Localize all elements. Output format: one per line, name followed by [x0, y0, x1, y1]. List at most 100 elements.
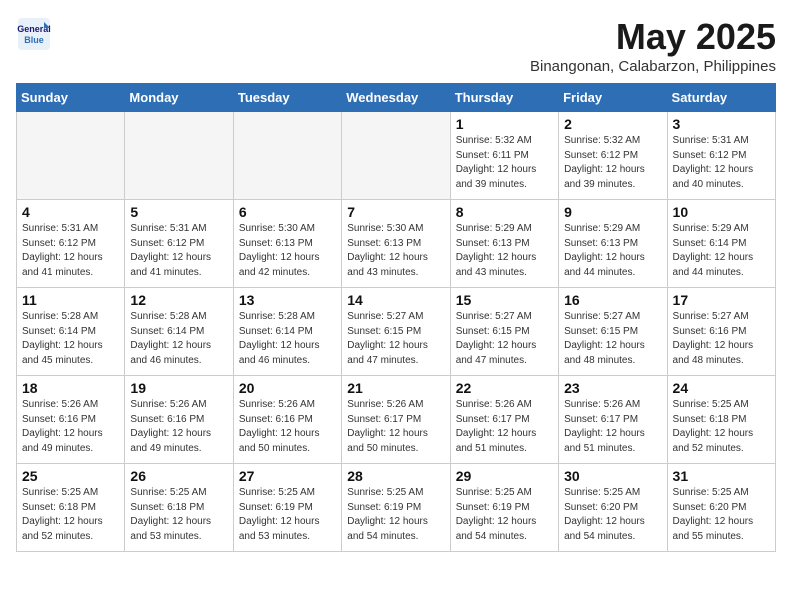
calendar-cell: 15 Sunrise: 5:27 AM Sunset: 6:15 PM Dayli… — [450, 288, 558, 376]
day-info: Sunrise: 5:25 AM Sunset: 6:19 PM Dayligh… — [347, 486, 444, 544]
day-number: 2 — [564, 116, 661, 132]
calendar-cell — [233, 112, 341, 200]
day-info: Sunrise: 5:29 AM Sunset: 6:13 PM Dayligh… — [456, 222, 553, 280]
day-number: 9 — [564, 204, 661, 220]
day-info: Sunrise: 5:25 AM Sunset: 6:20 PM Dayligh… — [564, 486, 661, 544]
week-row-3: 11 Sunrise: 5:28 AM Sunset: 6:14 PM Dayli… — [17, 288, 776, 376]
day-info: Sunrise: 5:28 AM Sunset: 6:14 PM Dayligh… — [22, 310, 119, 368]
day-number: 22 — [456, 380, 553, 396]
weekday-header-friday: Friday — [559, 84, 667, 112]
day-info: Sunrise: 5:25 AM Sunset: 6:18 PM Dayligh… — [673, 398, 770, 456]
day-number: 7 — [347, 204, 444, 220]
calendar-cell: 23 Sunrise: 5:26 AM Sunset: 6:17 PM Dayli… — [559, 376, 667, 464]
day-info: Sunrise: 5:26 AM Sunset: 6:17 PM Dayligh… — [564, 398, 661, 456]
calendar-cell: 25 Sunrise: 5:25 AM Sunset: 6:18 PM Dayli… — [17, 464, 125, 552]
calendar-cell: 10Sunrise: 5:29 AM Sunset: 6:14 PM Dayli… — [667, 200, 775, 288]
day-number: 12 — [130, 292, 227, 308]
weekday-header-tuesday: Tuesday — [233, 84, 341, 112]
calendar-cell: 12Sunrise: 5:28 AM Sunset: 6:14 PM Dayli… — [125, 288, 233, 376]
week-row-5: 25 Sunrise: 5:25 AM Sunset: 6:18 PM Dayli… — [17, 464, 776, 552]
calendar-cell: 19 Sunrise: 5:26 AM Sunset: 6:16 PM Dayli… — [125, 376, 233, 464]
day-number: 20 — [239, 380, 336, 396]
calendar-cell: 9 Sunrise: 5:29 AM Sunset: 6:13 PM Daylig… — [559, 200, 667, 288]
month-title: May 2025 — [530, 16, 776, 58]
calendar-cell: 7 Sunrise: 5:30 AM Sunset: 6:13 PM Daylig… — [342, 200, 450, 288]
calendar-cell: 2 Sunrise: 5:32 AM Sunset: 6:12 PM Daylig… — [559, 112, 667, 200]
day-number: 24 — [673, 380, 770, 396]
day-info: Sunrise: 5:26 AM Sunset: 6:17 PM Dayligh… — [347, 398, 444, 456]
calendar-cell: 3 Sunrise: 5:31 AM Sunset: 6:12 PM Daylig… — [667, 112, 775, 200]
calendar-cell: 18 Sunrise: 5:26 AM Sunset: 6:16 PM Dayli… — [17, 376, 125, 464]
svg-text:Blue: Blue — [24, 35, 44, 45]
calendar-cell: 13Sunrise: 5:28 AM Sunset: 6:14 PM Dayli… — [233, 288, 341, 376]
day-number: 21 — [347, 380, 444, 396]
day-info: Sunrise: 5:27 AM Sunset: 6:15 PM Dayligh… — [456, 310, 553, 368]
day-number: 10 — [673, 204, 770, 220]
calendar-cell: 22Sunrise: 5:26 AM Sunset: 6:17 PM Dayli… — [450, 376, 558, 464]
calendar-table: SundayMondayTuesdayWednesdayThursdayFrid… — [16, 83, 776, 552]
day-number: 5 — [130, 204, 227, 220]
day-info: Sunrise: 5:31 AM Sunset: 6:12 PM Dayligh… — [22, 222, 119, 280]
week-row-4: 18 Sunrise: 5:26 AM Sunset: 6:16 PM Dayli… — [17, 376, 776, 464]
day-info: Sunrise: 5:25 AM Sunset: 6:18 PM Dayligh… — [22, 486, 119, 544]
weekday-header-saturday: Saturday — [667, 84, 775, 112]
day-info: Sunrise: 5:29 AM Sunset: 6:13 PM Dayligh… — [564, 222, 661, 280]
day-info: Sunrise: 5:27 AM Sunset: 6:15 PM Dayligh… — [347, 310, 444, 368]
day-info: Sunrise: 5:27 AM Sunset: 6:15 PM Dayligh… — [564, 310, 661, 368]
calendar-cell — [342, 112, 450, 200]
day-number: 11 — [22, 292, 119, 308]
day-number: 18 — [22, 380, 119, 396]
day-number: 15 — [456, 292, 553, 308]
weekday-header-monday: Monday — [125, 84, 233, 112]
calendar-cell — [125, 112, 233, 200]
page-header: General Blue May 2025 Binangonan, Calaba… — [16, 16, 776, 75]
day-number: 31 — [673, 468, 770, 484]
calendar-cell: 16 Sunrise: 5:27 AM Sunset: 6:15 PM Dayli… — [559, 288, 667, 376]
day-number: 3 — [673, 116, 770, 132]
logo: General Blue — [16, 16, 52, 57]
calendar-cell: 1 Sunrise: 5:32 AM Sunset: 6:11 PM Daylig… — [450, 112, 558, 200]
day-info: Sunrise: 5:25 AM Sunset: 6:20 PM Dayligh… — [673, 486, 770, 544]
week-row-2: 4 Sunrise: 5:31 AM Sunset: 6:12 PM Daylig… — [17, 200, 776, 288]
day-number: 16 — [564, 292, 661, 308]
calendar-cell: 6Sunrise: 5:30 AM Sunset: 6:13 PM Daylig… — [233, 200, 341, 288]
calendar-cell: 4 Sunrise: 5:31 AM Sunset: 6:12 PM Daylig… — [17, 200, 125, 288]
weekday-header-wednesday: Wednesday — [342, 84, 450, 112]
calendar-cell: 14 Sunrise: 5:27 AM Sunset: 6:15 PM Dayli… — [342, 288, 450, 376]
week-row-1: 1 Sunrise: 5:32 AM Sunset: 6:11 PM Daylig… — [17, 112, 776, 200]
day-number: 25 — [22, 468, 119, 484]
day-info: Sunrise: 5:31 AM Sunset: 6:12 PM Dayligh… — [130, 222, 227, 280]
calendar-cell: 31 Sunrise: 5:25 AM Sunset: 6:20 PM Dayli… — [667, 464, 775, 552]
calendar-cell: 27Sunrise: 5:25 AM Sunset: 6:19 PM Dayli… — [233, 464, 341, 552]
calendar-cell: 11 Sunrise: 5:28 AM Sunset: 6:14 PM Dayli… — [17, 288, 125, 376]
day-number: 17 — [673, 292, 770, 308]
calendar-cell — [17, 112, 125, 200]
day-number: 27 — [239, 468, 336, 484]
calendar-cell: 21 Sunrise: 5:26 AM Sunset: 6:17 PM Dayli… — [342, 376, 450, 464]
day-number: 19 — [130, 380, 227, 396]
day-number: 4 — [22, 204, 119, 220]
weekday-header-row: SundayMondayTuesdayWednesdayThursdayFrid… — [17, 84, 776, 112]
day-info: Sunrise: 5:26 AM Sunset: 6:16 PM Dayligh… — [130, 398, 227, 456]
day-number: 28 — [347, 468, 444, 484]
day-info: Sunrise: 5:31 AM Sunset: 6:12 PM Dayligh… — [673, 134, 770, 192]
location-title: Binangonan, Calabarzon, Philippines — [530, 58, 776, 75]
day-info: Sunrise: 5:26 AM Sunset: 6:16 PM Dayligh… — [22, 398, 119, 456]
calendar-cell: 30 Sunrise: 5:25 AM Sunset: 6:20 PM Dayli… — [559, 464, 667, 552]
calendar-cell: 5 Sunrise: 5:31 AM Sunset: 6:12 PM Daylig… — [125, 200, 233, 288]
day-info: Sunrise: 5:32 AM Sunset: 6:12 PM Dayligh… — [564, 134, 661, 192]
day-number: 1 — [456, 116, 553, 132]
day-number: 23 — [564, 380, 661, 396]
calendar-cell: 28 Sunrise: 5:25 AM Sunset: 6:19 PM Dayli… — [342, 464, 450, 552]
day-info: Sunrise: 5:32 AM Sunset: 6:11 PM Dayligh… — [456, 134, 553, 192]
day-number: 6 — [239, 204, 336, 220]
calendar-cell: 20Sunrise: 5:26 AM Sunset: 6:16 PM Dayli… — [233, 376, 341, 464]
calendar-cell: 17 Sunrise: 5:27 AM Sunset: 6:16 PM Dayli… — [667, 288, 775, 376]
day-number: 14 — [347, 292, 444, 308]
day-info: Sunrise: 5:30 AM Sunset: 6:13 PM Dayligh… — [347, 222, 444, 280]
day-number: 30 — [564, 468, 661, 484]
calendar-cell: 26Sunrise: 5:25 AM Sunset: 6:18 PM Dayli… — [125, 464, 233, 552]
day-info: Sunrise: 5:25 AM Sunset: 6:18 PM Dayligh… — [130, 486, 227, 544]
day-info: Sunrise: 5:27 AM Sunset: 6:16 PM Dayligh… — [673, 310, 770, 368]
title-area: May 2025 Binangonan, Calabarzon, Philipp… — [530, 16, 776, 75]
